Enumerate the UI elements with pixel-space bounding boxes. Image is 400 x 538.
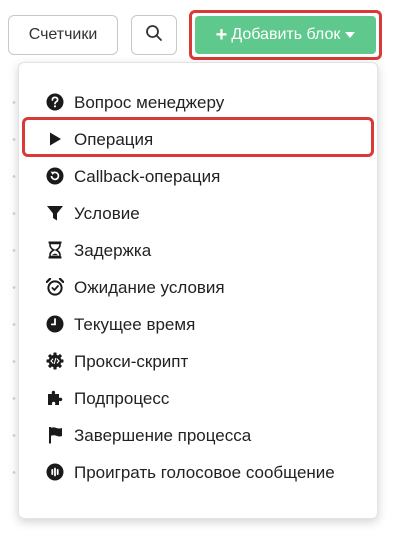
search-icon xyxy=(145,24,163,47)
menu-item-operation[interactable]: Операция xyxy=(19,122,377,156)
hourglass-icon xyxy=(45,240,65,260)
flag-icon xyxy=(45,425,65,445)
menu-item-label: Ожидание условия xyxy=(74,278,225,297)
question-circle-icon xyxy=(45,92,65,112)
counters-button[interactable]: Счетчики xyxy=(8,15,118,55)
toolbar: Счетчики + Добавить блок xyxy=(0,0,400,66)
menu-item-label: Операция xyxy=(74,130,154,149)
alarm-clock-icon xyxy=(45,277,65,297)
clock-icon xyxy=(45,314,65,334)
menu-item-label: Вопрос менеджеру xyxy=(74,93,225,112)
search-button[interactable] xyxy=(131,15,177,55)
menu-item-play-voice-message[interactable]: Проиграть голосовое сообщение xyxy=(19,455,377,489)
code-gear-icon xyxy=(45,351,65,371)
voice-message-icon xyxy=(45,462,65,482)
menu-item-label: Подпроцесс xyxy=(74,389,170,408)
menu-item-process-end[interactable]: Завершение процесса xyxy=(19,418,377,452)
menu-item-label: Задержка xyxy=(74,241,152,260)
menu-item-label: Завершение процесса xyxy=(74,426,252,445)
caret-down-icon xyxy=(345,32,356,38)
menu-item-current-time[interactable]: Текущее время xyxy=(19,307,377,341)
menu-item-manager-question[interactable]: Вопрос менеджеру xyxy=(19,85,377,119)
menu-item-label: Условие xyxy=(74,204,140,223)
filter-icon xyxy=(45,203,65,223)
plus-icon: + xyxy=(215,24,228,46)
counters-button-label: Счетчики xyxy=(28,26,98,43)
add-block-dropdown-menu: Вопрос менеджеру Операция Callback-опера… xyxy=(18,62,378,519)
menu-item-proxy-script[interactable]: Прокси-скрипт xyxy=(19,344,377,378)
menu-item-label: Проиграть голосовое сообщение xyxy=(74,463,335,482)
menu-item-wait-condition[interactable]: Ожидание условия xyxy=(19,270,377,304)
callback-icon xyxy=(45,166,65,186)
menu-item-callback-operation[interactable]: Callback-операция xyxy=(19,159,377,193)
add-block-label: Добавить блок xyxy=(231,26,341,43)
menu-item-label: Прокси-скрипт xyxy=(74,352,189,371)
puzzle-icon xyxy=(45,388,65,408)
background-dots xyxy=(12,84,16,504)
menu-item-label: Текущее время xyxy=(74,315,196,334)
add-block-button[interactable]: + Добавить блок xyxy=(195,16,376,54)
menu-item-subprocess[interactable]: Подпроцесс xyxy=(19,381,377,415)
menu-item-label: Callback-операция xyxy=(74,167,221,186)
menu-item-condition[interactable]: Условие xyxy=(19,196,377,230)
menu-item-delay[interactable]: Задержка xyxy=(19,233,377,267)
play-icon xyxy=(45,129,65,149)
